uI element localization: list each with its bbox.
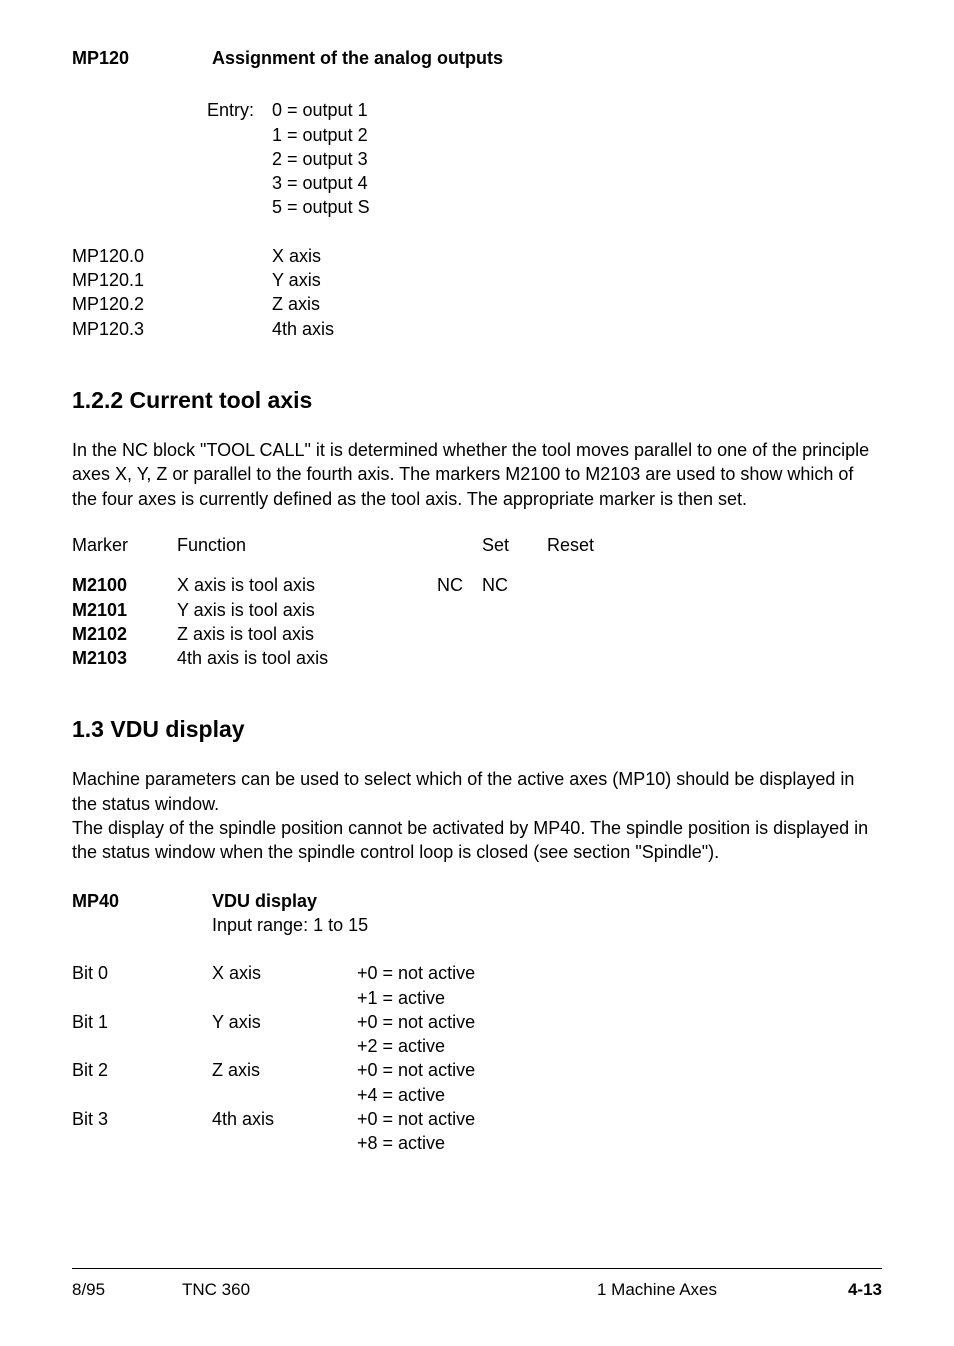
bit-state: +0 = not active [357,1107,882,1131]
para-13a: Machine parameters can be used to select… [72,767,882,816]
bit-axis: 4th axis [212,1107,357,1131]
marker-reset: NC [482,573,547,597]
col-marker-head: Marker [72,533,177,557]
entry-label: Entry: [207,100,254,120]
page-footer: 8/95 TNC 360 1 Machine Axes 4-13 [72,1268,882,1302]
marker-table-body: M2100 X axis is tool axis NC NC M2101 Y … [72,573,882,670]
mp120-title: Assignment of the analog outputs [212,46,882,70]
marker-code: M2100 [72,573,177,597]
bit-axis: Y axis [212,1010,357,1034]
footer-model: TNC 360 [182,1279,417,1302]
col-func-head: Function [177,533,437,557]
marker-func: Y axis is tool axis [177,598,437,622]
mp40-code: MP40 [72,889,212,938]
axis-label: Z axis [212,292,882,316]
bit-label: Bit 1 [72,1010,212,1034]
axis-label: 4th axis [212,317,882,341]
heading-13: 1.3 VDU display [72,714,882,745]
bit-axis: X axis [212,961,357,985]
heading-122: 1.2.2 Current tool axis [72,385,882,416]
marker-func: Z axis is tool axis [177,622,437,646]
footer-date: 8/95 [72,1279,182,1302]
bit-state: +0 = not active [357,1010,882,1034]
bit-state: +8 = active [357,1131,882,1155]
mp40-title: VDU display [212,889,368,913]
para-13b: The display of the spindle position cann… [72,816,882,865]
axis-code: MP120.2 [72,292,212,316]
bit-label: Bit 2 [72,1058,212,1082]
entry-value: 5 = output S [272,195,370,219]
marker-code: M2101 [72,598,177,622]
bit-state: +4 = active [357,1083,882,1107]
mp120-axis-list: MP120.0 X axis MP120.1 Y axis MP120.2 Z … [72,244,882,341]
entry-value: 0 = output 1 [272,98,370,122]
bit-state: +2 = active [357,1034,882,1058]
mp120-code: MP120 [72,46,212,70]
bit-label: Bit 3 [72,1107,212,1131]
bit-state: +0 = not active [357,961,882,985]
axis-label: X axis [212,244,882,268]
mp40-header: MP40 VDU display Input range: 1 to 15 [72,889,882,938]
bit-state: +1 = active [357,986,882,1010]
col-reset-head: Reset [547,533,622,557]
marker-func: X axis is tool axis [177,573,437,597]
axis-code: MP120.1 [72,268,212,292]
mp120-entries: Entry: 0 = output 1 1 = output 2 2 = out… [72,98,882,219]
axis-code: MP120.3 [72,317,212,341]
marker-code: M2103 [72,646,177,670]
mp40-range: Input range: 1 to 15 [212,913,368,937]
footer-chapter: 1 Machine Axes [417,1279,832,1302]
marker-set: NC [437,573,482,597]
axis-code: MP120.0 [72,244,212,268]
mp40-bit-table: Bit 0 X axis +0 = not active +1 = active… [72,961,882,1155]
mp120-header: MP120 Assignment of the analog outputs [72,46,882,70]
entry-value: 1 = output 2 [272,123,370,147]
axis-label: Y axis [212,268,882,292]
marker-code: M2102 [72,622,177,646]
para-122: In the NC block "TOOL CALL" it is determ… [72,438,882,511]
marker-func: 4th axis is tool axis [177,646,437,670]
entry-value: 2 = output 3 [272,147,370,171]
bit-state: +0 = not active [357,1058,882,1082]
bit-label: Bit 0 [72,961,212,985]
bit-axis: Z axis [212,1058,357,1082]
marker-table-head: Marker Function Set Reset [72,533,882,557]
entry-value: 3 = output 4 [272,171,370,195]
footer-page-number: 4-13 [832,1279,882,1302]
col-set-head: Set [482,533,547,557]
